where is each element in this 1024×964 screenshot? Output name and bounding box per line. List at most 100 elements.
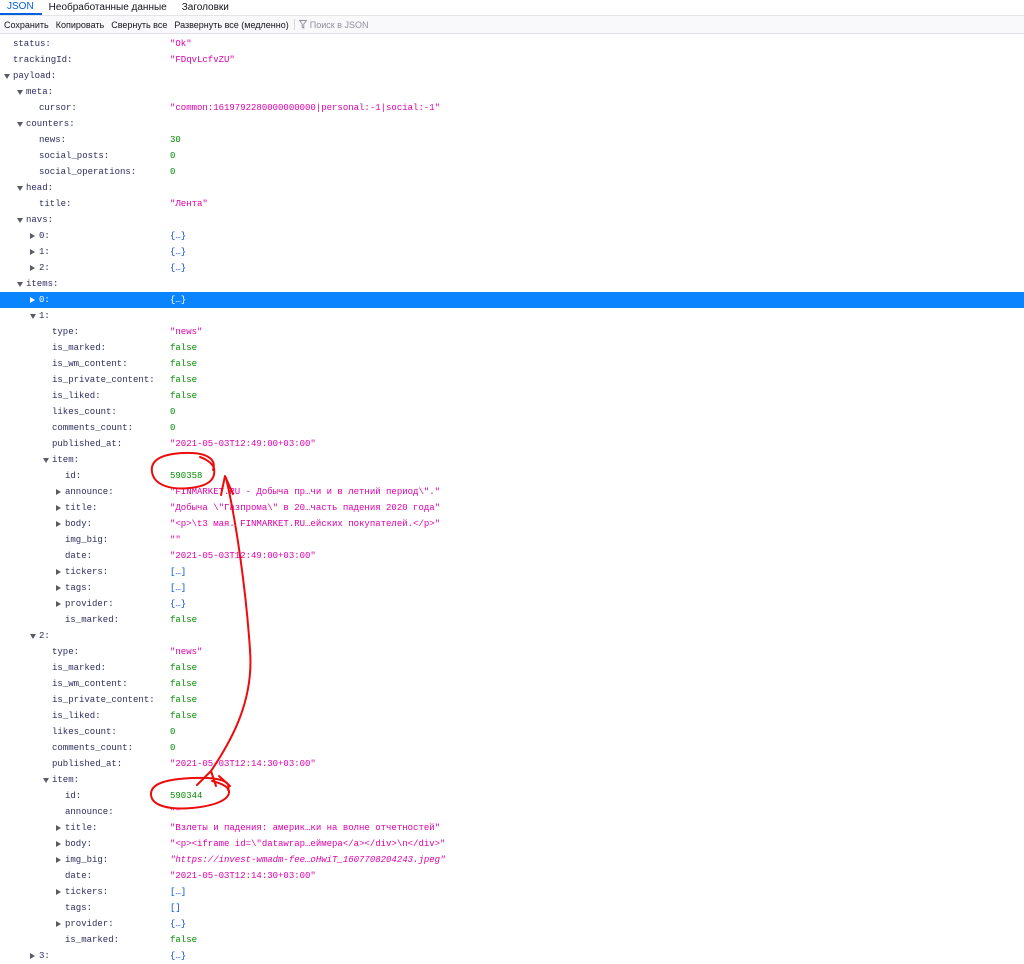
collapsed-twisty-icon[interactable]	[55, 516, 63, 532]
json-row[interactable]: item:	[0, 772, 1024, 788]
expanded-twisty-icon[interactable]	[3, 68, 11, 84]
expanded-twisty-icon[interactable]	[29, 308, 37, 324]
json-row[interactable]: tickers: […]	[0, 884, 1024, 900]
json-row[interactable]: type: "news"	[0, 324, 1024, 340]
expand-all-button[interactable]: Развернуть все (медленно)	[170, 20, 291, 30]
json-key: title:	[65, 823, 98, 833]
json-row[interactable]: counters:	[0, 116, 1024, 132]
json-row[interactable]: id: 590344	[0, 788, 1024, 804]
json-row[interactable]: meta:	[0, 84, 1024, 100]
json-row[interactable]: items:	[0, 276, 1024, 292]
expanded-twisty-icon[interactable]	[29, 628, 37, 644]
json-toolbar: Сохранить Копировать Свернуть все Развер…	[0, 16, 1024, 34]
collapsed-twisty-icon[interactable]	[55, 836, 63, 852]
json-row[interactable]: social_posts: 0	[0, 148, 1024, 164]
json-row[interactable]: is_marked: false	[0, 340, 1024, 356]
json-row[interactable]: img_big: ""	[0, 532, 1024, 548]
json-row[interactable]: 2:	[0, 628, 1024, 644]
json-key: date:	[65, 551, 93, 561]
json-row[interactable]: tags: []	[0, 900, 1024, 916]
collapsed-twisty-icon[interactable]	[29, 228, 37, 244]
json-row[interactable]: is_private_content: false	[0, 372, 1024, 388]
json-row[interactable]: navs:	[0, 212, 1024, 228]
json-row[interactable]: published_at: "2021-05-03T12:14:30+03:00"	[0, 756, 1024, 772]
json-row[interactable]: announce: "FINMARKET.RU - Добыча пр…чи и …	[0, 484, 1024, 500]
json-row[interactable]: is_marked: false	[0, 660, 1024, 676]
json-row[interactable]: 3: {…}	[0, 948, 1024, 964]
collapsed-twisty-icon[interactable]	[55, 500, 63, 516]
copy-button[interactable]: Копировать	[52, 20, 107, 30]
json-filter[interactable]	[298, 19, 450, 30]
json-key: news:	[39, 135, 67, 145]
json-row[interactable]: img_big: "https://invest-wmadm-fee…oHwiT_…	[0, 852, 1024, 868]
json-row[interactable]: body: "<p><iframe id=\"datawrap…еймера</a…	[0, 836, 1024, 852]
collapsed-twisty-icon[interactable]	[55, 596, 63, 612]
json-row[interactable]: tags: […]	[0, 580, 1024, 596]
json-row[interactable]: date: "2021-05-03T12:14:30+03:00"	[0, 868, 1024, 884]
json-row[interactable]: id: 590358	[0, 468, 1024, 484]
json-row[interactable]: published_at: "2021-05-03T12:49:00+03:00"	[0, 436, 1024, 452]
json-row[interactable]: title: "Лента"	[0, 196, 1024, 212]
expanded-twisty-icon[interactable]	[16, 180, 24, 196]
json-row[interactable]: 0: {…}	[0, 228, 1024, 244]
json-row[interactable]: date: "2021-05-03T12:49:00+03:00"	[0, 548, 1024, 564]
tab-raw-data[interactable]: Необработанные данные	[42, 0, 175, 15]
json-row[interactable]: is_marked: false	[0, 612, 1024, 628]
json-row[interactable]: title: "Взлеты и падения: америк…ки на во…	[0, 820, 1024, 836]
collapsed-twisty-icon[interactable]	[55, 884, 63, 900]
json-row[interactable]: 1: {…}	[0, 244, 1024, 260]
collapsed-twisty-icon[interactable]	[29, 292, 37, 308]
json-row[interactable]: trackingId: "FDqvLcfvZU"	[0, 52, 1024, 68]
json-row[interactable]: likes_count: 0	[0, 724, 1024, 740]
json-row[interactable]: title: "Добыча \"Газпрома\" в 20…часть па…	[0, 500, 1024, 516]
collapsed-twisty-icon[interactable]	[55, 484, 63, 500]
collapsed-twisty-icon[interactable]	[55, 820, 63, 836]
save-button[interactable]: Сохранить	[0, 20, 52, 30]
json-row[interactable]: type: "news"	[0, 644, 1024, 660]
json-row[interactable]: is_marked: false	[0, 932, 1024, 948]
collapse-all-button[interactable]: Свернуть все	[107, 20, 170, 30]
filter-input[interactable]	[309, 19, 450, 30]
json-row[interactable]: news: 30	[0, 132, 1024, 148]
json-row[interactable]: is_liked: false	[0, 708, 1024, 724]
json-row[interactable]: head:	[0, 180, 1024, 196]
json-row[interactable]: 1:	[0, 308, 1024, 324]
json-row[interactable]: social_operations: 0	[0, 164, 1024, 180]
collapsed-twisty-icon[interactable]	[29, 948, 37, 964]
collapsed-twisty-icon[interactable]	[55, 564, 63, 580]
expanded-twisty-icon[interactable]	[16, 116, 24, 132]
json-value: {…}	[170, 247, 187, 257]
json-row[interactable]: is_private_content: false	[0, 692, 1024, 708]
collapsed-twisty-icon[interactable]	[29, 260, 37, 276]
json-row[interactable]: comments_count: 0	[0, 420, 1024, 436]
json-row[interactable]: is_liked: false	[0, 388, 1024, 404]
tab-json[interactable]: JSON	[0, 0, 42, 15]
json-row[interactable]: 0: {…}	[0, 292, 1024, 308]
expanded-twisty-icon[interactable]	[16, 84, 24, 100]
json-key: status:	[13, 39, 51, 49]
json-row[interactable]: item:	[0, 452, 1024, 468]
json-row[interactable]: comments_count: 0	[0, 740, 1024, 756]
json-row[interactable]: is_wm_content: false	[0, 356, 1024, 372]
json-row[interactable]: cursor: "common:1619792280000000000|perso…	[0, 100, 1024, 116]
json-row[interactable]: provider: {…}	[0, 916, 1024, 932]
json-row[interactable]: announce: ""	[0, 804, 1024, 820]
collapsed-twisty-icon[interactable]	[55, 580, 63, 596]
json-row[interactable]: payload:	[0, 68, 1024, 84]
expanded-twisty-icon[interactable]	[16, 276, 24, 292]
tab-headers[interactable]: Заголовки	[175, 0, 237, 15]
json-row[interactable]: 2: {…}	[0, 260, 1024, 276]
expanded-twisty-icon[interactable]	[16, 212, 24, 228]
collapsed-twisty-icon[interactable]	[55, 916, 63, 932]
expanded-twisty-icon[interactable]	[42, 452, 50, 468]
expanded-twisty-icon[interactable]	[42, 772, 50, 788]
json-row[interactable]: body: "<p>\t3 мая. FINMARKET.RU…ейских по…	[0, 516, 1024, 532]
json-row[interactable]: likes_count: 0	[0, 404, 1024, 420]
collapsed-twisty-icon[interactable]	[55, 852, 63, 868]
collapsed-twisty-icon[interactable]	[29, 244, 37, 260]
json-row[interactable]: provider: {…}	[0, 596, 1024, 612]
json-row[interactable]: status: "Ok"	[0, 36, 1024, 52]
json-key: trackingId:	[13, 55, 73, 65]
json-row[interactable]: is_wm_content: false	[0, 676, 1024, 692]
json-row[interactable]: tickers: […]	[0, 564, 1024, 580]
